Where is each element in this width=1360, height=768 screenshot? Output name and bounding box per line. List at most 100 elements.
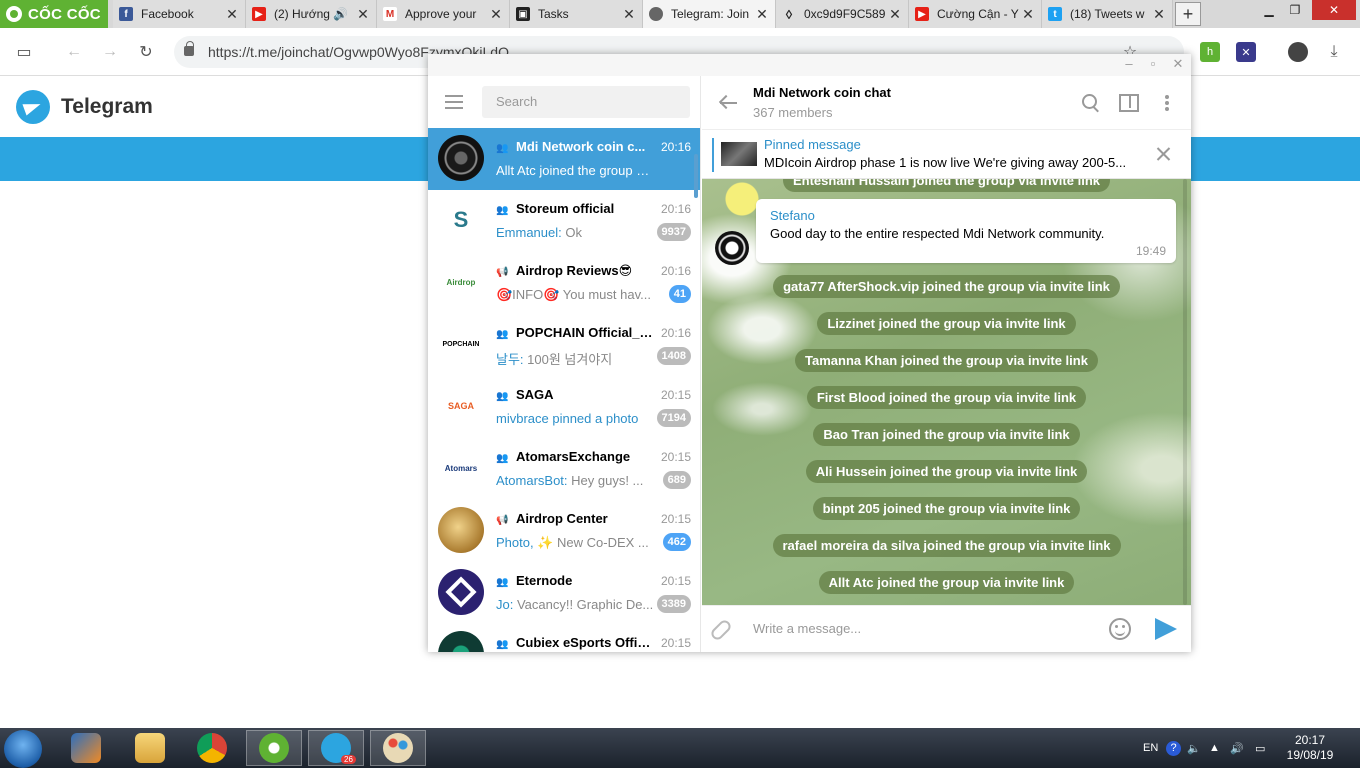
message-bubble[interactable]: Stefano Good day to the entire respected… [756,199,1176,263]
pinned-text: MDIcoin Airdrop phase 1 is now live We'r… [764,155,1127,170]
taskbar-clock[interactable]: 20:17 19/08/19 [1280,733,1340,763]
network-icon[interactable]: ▭ [1255,728,1265,768]
tab-title: (18) Tweets w [1070,7,1145,21]
lock-icon[interactable] [184,41,194,56]
close-tab-icon[interactable]: ✕ [886,6,904,23]
maximize-icon[interactable]: ▫ [1142,56,1164,74]
telegram-logo-icon[interactable] [16,90,50,124]
taskbar-coccoc[interactable] [246,730,302,766]
download-icon[interactable]: ⤓ [1324,42,1344,62]
message-input[interactable]: Write a message... [753,621,861,636]
tab-gmail[interactable]: M Approve your ✕ [377,0,510,28]
search-icon[interactable] [1080,92,1102,114]
close-pinned-icon[interactable] [1154,144,1174,164]
restore-icon[interactable]: ❐ [1282,0,1308,20]
chat-item-storeum[interactable]: S 👥 Storeum official 20:16 Emmanuel: Ok 9… [428,190,700,252]
minimize-icon[interactable]: – [1118,56,1140,74]
group-icon: 👥 [496,205,509,216]
chat-item-saga[interactable]: SAGA 👥 SAGA 20:15 mivbrace pinned a photo… [428,376,700,438]
tray-volume-small-icon[interactable]: 🔈 [1187,728,1201,768]
close-tab-icon[interactable]: ✕ [223,6,241,23]
message-sender[interactable]: Stefano [770,208,815,223]
tab-facebook[interactable]: f Facebook ✕ [113,0,246,28]
tab-title: Facebook [141,7,194,21]
chat-item-popchain[interactable]: POPCHAIN 👥 POPCHAIN Official_KR 20:16 날두:… [428,314,700,376]
emoji-icon[interactable] [1109,618,1131,640]
chat-time: 20:15 [660,388,691,402]
close-tab-icon[interactable]: ✕ [620,6,638,23]
chat-time: 20:15 [660,574,691,588]
sender-avatar[interactable] [715,231,749,265]
sidebar-columns-icon[interactable] [1118,92,1140,114]
group-icon: 👥 [496,391,509,402]
chat-item-mdi-network[interactable]: 👥 Mdi Network coin c... 20:16 Allt Atc jo… [428,128,700,190]
pinned-message-bar[interactable]: Pinned message MDIcoin Airdrop phase 1 i… [702,130,1191,179]
chat-item-eternode[interactable]: 👥 Eternode 20:15 Jo: Vacancy!! Graphic De… [428,562,700,624]
close-tab-icon[interactable]: ✕ [753,6,771,23]
attach-paperclip-icon[interactable] [708,617,734,643]
close-tab-icon[interactable]: ✕ [354,6,372,23]
close-tab-icon[interactable]: ✕ [1019,6,1037,23]
tab-telegram[interactable]: Telegram: Join ✕ [643,0,776,28]
group-icon: 👥 [496,143,509,154]
tab-etherscan[interactable]: ◊ 0xc9d9F9C589 ✕ [776,0,909,28]
unread-badge: 462 [662,533,691,551]
chat-item-atomars[interactable]: Atomars 👥 AtomarsExchange 20:15 AtomarsBo… [428,438,700,500]
taskbar-telegram[interactable]: 26 [308,730,364,766]
more-options-icon[interactable] [1156,92,1178,114]
profile-avatar[interactable] [1288,42,1308,62]
coccoc-leaf-icon [6,6,22,22]
sidebar-toggle-icon[interactable]: ▭ [14,42,34,62]
help-icon[interactable]: ? [1166,728,1181,768]
taskbar-chrome[interactable] [184,730,240,766]
chat-item-airdrop-reviews[interactable]: Airdrop 📢 Airdrop Reviews😎 20:16 🎯INFO🎯 Y… [428,252,700,314]
hamburger-menu-icon[interactable] [445,95,463,109]
message-time: 19:49 [1135,244,1166,258]
close-icon[interactable]: ✕ [1167,56,1189,74]
facebook-icon: f [119,7,133,21]
close-tab-icon[interactable]: ✕ [487,6,505,23]
speaker-icon[interactable]: 🔊 [333,7,348,21]
tab-twitter[interactable]: t (18) Tweets w ✕ [1042,0,1173,28]
back-arrow-icon[interactable]: ← [64,42,84,62]
close-tab-icon[interactable]: ✕ [1150,6,1168,23]
reload-icon[interactable]: ↻ [136,42,156,62]
chat-avatar: S [438,197,484,243]
tab-tasks[interactable]: ▣ Tasks ✕ [510,0,643,28]
tme-brand-title[interactable]: Telegram [61,95,153,119]
chat-list-scrollbar[interactable] [694,154,698,198]
forward-arrow-icon[interactable]: → [100,42,120,62]
extension-icon[interactable]: h [1200,42,1220,62]
chat-item-cubiex[interactable]: 👥 Cubiex eSports Offic... 20:15 [428,624,700,652]
taskbar-explorer[interactable] [122,730,178,766]
minimize-icon[interactable]: ▁ [1256,0,1282,20]
show-hidden-icons[interactable]: ▲ [1209,728,1220,768]
member-count: 367 members [753,105,833,120]
message-scrollbar[interactable] [1183,179,1187,605]
chat-preview: Photo, ✨ New Co-DEX ... [496,535,649,550]
chat-item-airdrop-center[interactable]: 📢 Airdrop Center 20:15 Photo, ✨ New Co-DE… [428,500,700,562]
send-icon[interactable] [1155,618,1177,640]
service-message: Ehtesham Hussain joined the group via in… [702,179,1191,192]
unread-badge: 41 [668,285,691,303]
tab-youtube[interactable]: ▶ (2) Hướng 🔊 ✕ [246,0,377,28]
chat-avatar [438,507,484,553]
telegram-window: – ▫ ✕ Search 👥 Mdi Network coin c... 20:1… [428,54,1191,652]
chrome-icon [197,733,227,763]
language-indicator[interactable]: EN [1143,728,1158,768]
chat-title[interactable]: Mdi Network coin chat [753,85,891,100]
extension-icon-2[interactable]: ✕ [1236,42,1256,62]
windows-start-button[interactable] [4,730,42,768]
chat-name: 👥 POPCHAIN Official_KR [496,325,654,340]
search-input[interactable]: Search [482,86,690,118]
new-tab-button[interactable]: + [1175,2,1201,26]
taskbar-paint[interactable] [370,730,426,766]
megaphone-icon: 📢 [496,267,509,278]
back-arrow-icon[interactable] [720,94,738,112]
coccoc-logo[interactable]: CỐC CỐC [0,0,108,28]
taskbar-media-player[interactable] [58,730,114,766]
tab-youtube-2[interactable]: ▶ Cường Cận - Y ✕ [909,0,1042,28]
volume-icon[interactable]: 🔊 [1230,728,1244,768]
windows-taskbar: 26 EN ? 🔈 ▲ 🔊 ▭ 20:17 19/08/19 [0,728,1360,768]
close-window-icon[interactable]: ✕ [1312,0,1356,20]
